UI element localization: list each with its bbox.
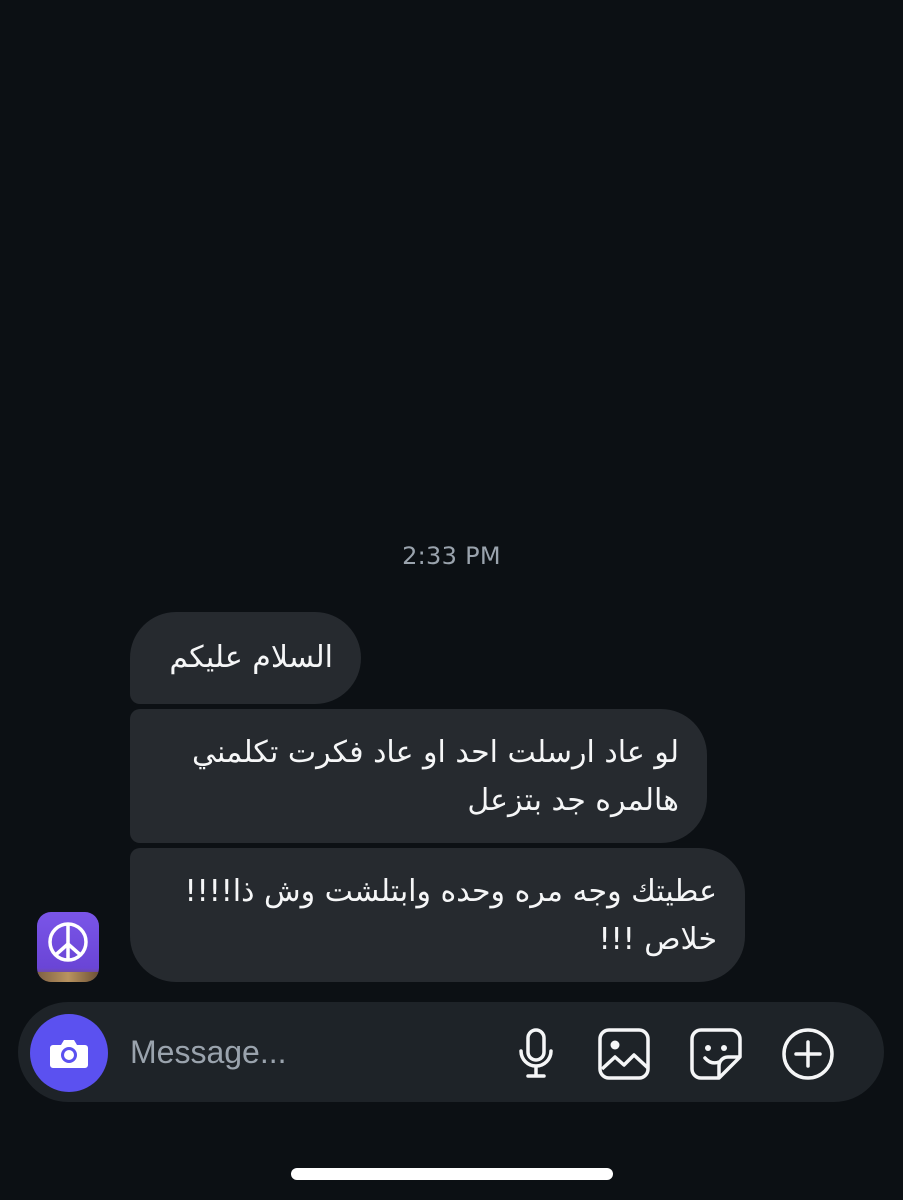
- microphone-button[interactable]: [508, 1026, 564, 1082]
- message-timestamp: 2:33 PM: [402, 542, 501, 570]
- message-bubble[interactable]: عطيتك وجه مره وحده وابتلشت وش ذا!!!! خلا…: [130, 848, 745, 982]
- message-bubble[interactable]: السلام عليكم: [130, 612, 361, 704]
- gallery-icon: [598, 1028, 650, 1080]
- message-text: عطيتك وجه مره وحده وابتلشت وش ذا!!!! خلا…: [184, 874, 717, 957]
- plus-circle-icon: [782, 1028, 834, 1080]
- message-bubble[interactable]: لو عاد ارسلت احد او عاد فكرت تكلمني هالم…: [130, 709, 707, 843]
- sticker-button[interactable]: [688, 1026, 744, 1082]
- message-text: لو عاد ارسلت احد او عاد فكرت تكلمني هالم…: [192, 735, 679, 818]
- message-text: السلام عليكم: [169, 640, 333, 675]
- more-options-button[interactable]: [780, 1026, 836, 1082]
- camera-icon: [50, 1040, 88, 1068]
- microphone-icon: [519, 1028, 553, 1078]
- home-indicator[interactable]: [291, 1168, 613, 1180]
- message-composer: [18, 1002, 884, 1102]
- peace-sign-icon: [48, 922, 88, 962]
- sender-avatar[interactable]: [37, 912, 99, 982]
- avatar-photo-strip: [37, 972, 99, 982]
- sticker-icon: [690, 1028, 742, 1080]
- gallery-button[interactable]: [596, 1026, 652, 1082]
- camera-button[interactable]: [30, 1014, 108, 1092]
- message-input[interactable]: [130, 1028, 500, 1076]
